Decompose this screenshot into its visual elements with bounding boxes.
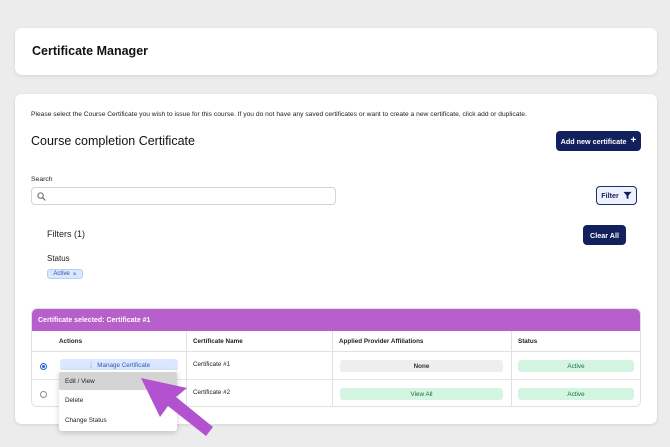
search-label: Search <box>31 176 53 183</box>
column-header-status: Status <box>518 338 538 345</box>
close-icon[interactable]: × <box>73 271 77 278</box>
funnel-icon <box>623 191 632 200</box>
view-all-affiliations-button[interactable]: View All <box>340 388 503 400</box>
add-new-certificate-button[interactable]: Add new certificate + <box>556 131 641 151</box>
status-badge: Active <box>518 388 634 400</box>
filter-chip-active: Active × <box>47 269 83 279</box>
affiliations-pill: None <box>340 360 503 372</box>
row-select-radio[interactable] <box>40 363 47 370</box>
column-header-certificate-name: Certificate Name <box>193 338 243 345</box>
search-box[interactable] <box>31 187 336 205</box>
column-header-actions: Actions <box>59 338 83 345</box>
menu-item-edit-view[interactable]: Edit / View <box>59 372 177 390</box>
search-icon <box>37 192 46 201</box>
column-header-affiliations: Applied Provider Affiliations <box>339 338 424 345</box>
intro-text: Please select the Course Certificate you… <box>31 111 527 118</box>
filter-button[interactable]: Filter <box>596 186 637 205</box>
header-card: Certificate Manager <box>15 28 657 75</box>
menu-item-delete[interactable]: Delete <box>59 391 177 409</box>
certificate-name-cell: Certificate #2 <box>193 389 231 396</box>
menu-item-change-status[interactable]: Change Status <box>59 411 177 429</box>
manage-certificate-label: Manage Certificate <box>97 361 151 369</box>
clear-all-button[interactable]: Clear All <box>583 225 626 245</box>
page-title: Certificate Manager <box>32 44 149 58</box>
search-input[interactable] <box>50 190 330 203</box>
filter-status-label: Status <box>47 254 70 263</box>
certificate-name-cell: Certificate #1 <box>193 361 231 368</box>
chip-label: Active <box>53 271 70 277</box>
filters-title: Filters (1) <box>47 229 85 239</box>
selection-banner: Certificate selected: Certificate #1 <box>32 309 640 331</box>
section-title: Course completion Certificate <box>31 134 195 148</box>
plus-icon: + <box>630 135 637 146</box>
kebab-menu-icon: ⋮ <box>87 361 95 369</box>
row-select-radio[interactable] <box>40 391 47 398</box>
status-badge: Active <box>518 360 634 372</box>
manage-certificate-menu: Edit / View Delete Change Status <box>59 370 177 431</box>
add-button-label: Add new certificate <box>560 136 627 146</box>
filter-button-label: Filter <box>601 191 619 200</box>
table-header: Actions Certificate Name Applied Provide… <box>32 331 640 352</box>
